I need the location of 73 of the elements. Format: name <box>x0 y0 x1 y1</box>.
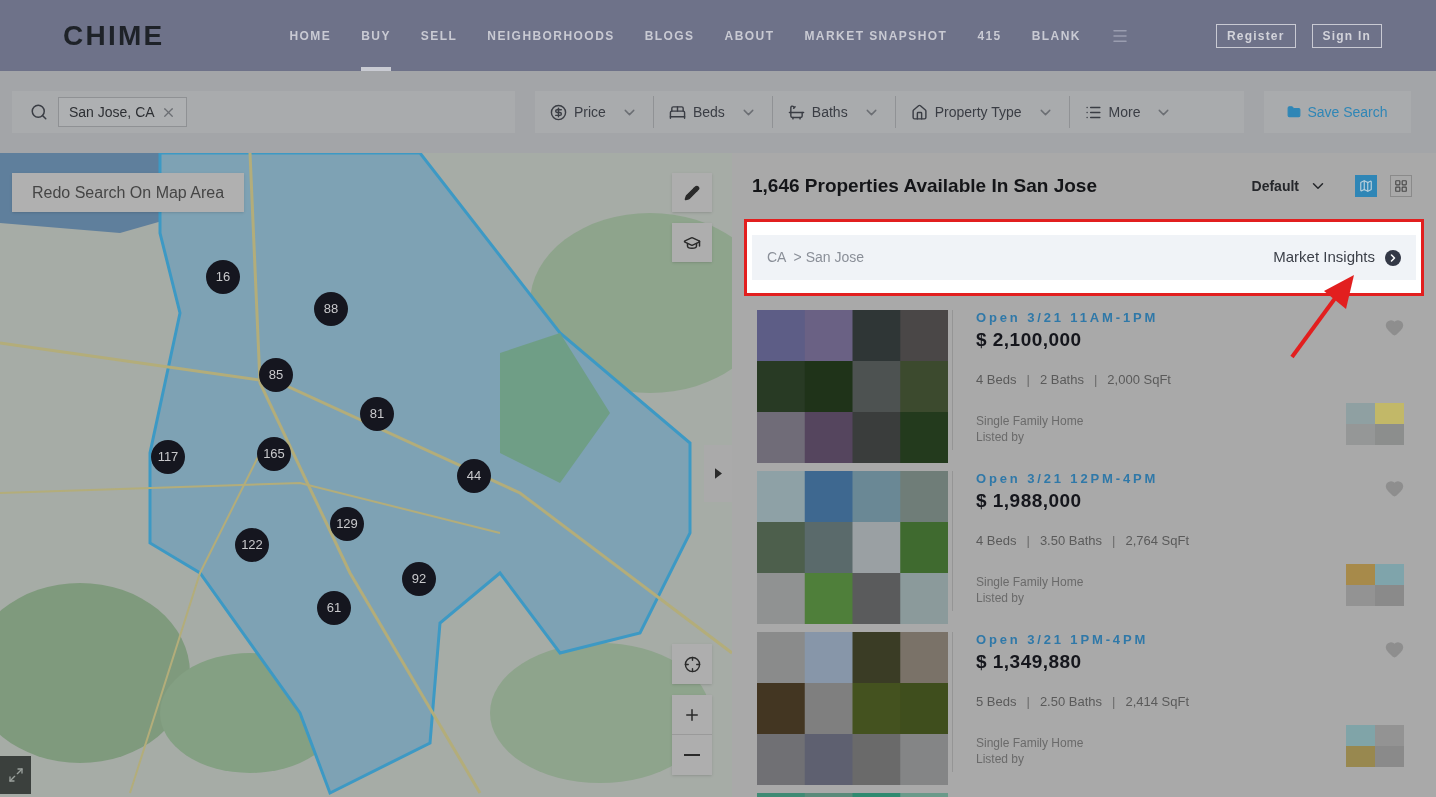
locate-icon <box>683 655 701 673</box>
filter-dropdown[interactable]: More <box>1068 96 1188 128</box>
listing-sqft: 2,000 SqFt <box>1107 371 1171 389</box>
listing-baths: 2.50 Baths <box>1039 693 1103 711</box>
expand-panel-tab[interactable] <box>704 445 732 502</box>
property-type: Single Family Home <box>976 574 1084 590</box>
nav-link[interactable]: HOME <box>289 0 332 71</box>
listed-by-label: Listed by <box>976 590 1026 606</box>
nav-link[interactable]: 415 <box>977 0 1002 71</box>
logo[interactable]: CHIME <box>63 14 165 57</box>
divider: | <box>1112 532 1116 550</box>
filter-icon <box>910 103 928 121</box>
header-button[interactable]: Sign In <box>1311 23 1382 48</box>
sort-dropdown[interactable]: Default <box>1251 175 1327 197</box>
map-view-toggle[interactable] <box>1355 175 1377 197</box>
locate-button[interactable] <box>672 644 712 684</box>
expand-icon <box>7 767 24 783</box>
market-insights-link[interactable]: Market Insights <box>1273 246 1401 269</box>
satellite-toggle[interactable] <box>0 756 31 794</box>
map-icon <box>1359 179 1373 193</box>
property-type: Single Family Home <box>976 735 1084 751</box>
results-title: 1,646 Properties Available In San Jose <box>752 173 1097 198</box>
divider: | <box>1026 532 1030 550</box>
grid-view-toggle[interactable] <box>1390 175 1412 197</box>
breadcrumb-separator: > <box>793 248 802 267</box>
nav-link[interactable]: SELL <box>420 0 458 71</box>
triangle-right-icon <box>714 468 722 479</box>
filter-dropdown[interactable]: Beds <box>652 96 772 128</box>
open-house-time: Open 3/21 12PM-4PM <box>976 471 1159 487</box>
filter-icon <box>668 103 686 121</box>
listed-by-label: Listed by <box>976 751 1026 767</box>
open-house-time: Open 3/21 11AM-1PM <box>976 310 1159 326</box>
listing-price: $ 1,988,000 <box>976 489 1083 513</box>
nav-link[interactable]: MARKET SNAPSHOT <box>804 0 948 71</box>
listing-baths: 2 Baths <box>1039 371 1084 389</box>
minus-icon <box>684 754 700 756</box>
breadcrumb-link[interactable]: San Jose <box>805 247 864 268</box>
nav-link[interactable]: ABOUT <box>724 0 775 71</box>
divider: | <box>1112 693 1116 711</box>
filter-icon <box>550 103 567 121</box>
search-icon <box>30 103 48 121</box>
pencil-icon <box>684 184 700 201</box>
open-house-time: Open 3/21 1PM-4PM <box>976 632 1149 648</box>
filter-dropdown[interactable]: Property Type <box>894 96 1069 128</box>
breadcrumb-link[interactable]: CA <box>767 247 787 268</box>
nav-link[interactable]: BLOGS <box>644 0 695 71</box>
filter-dropdown[interactable]: Baths <box>771 96 895 128</box>
location-chip[interactable]: San Jose, CA <box>58 97 187 127</box>
nav-link[interactable]: BLANK <box>1031 0 1081 71</box>
listing-price: $ 1,349,880 <box>976 650 1083 674</box>
property-type: Single Family Home <box>976 413 1084 429</box>
listing-sqft: 2,764 SqFt <box>1125 532 1190 550</box>
redo-search-button[interactable]: Redo Search On Map Area <box>12 173 245 212</box>
draw-button[interactable] <box>672 173 712 212</box>
divider: | <box>1026 371 1030 389</box>
school-layer-button[interactable] <box>672 223 712 262</box>
folder-icon <box>1287 105 1302 119</box>
listing-sqft: 2,414 SqFt <box>1125 693 1190 711</box>
listing-price: $ 2,100,000 <box>976 328 1083 352</box>
map[interactable]: Redo Search On Map Area 16 88 85 81 117 165 44 129 122 92 61 <box>0 153 732 797</box>
nav-link[interactable]: NEIGHBORHOODS <box>487 0 615 71</box>
filter-dropdown[interactable]: Price <box>535 96 653 128</box>
filter-icon <box>787 103 805 121</box>
grid-icon <box>1394 179 1408 193</box>
listing-baths: 3.50 Baths <box>1039 532 1103 550</box>
divider: | <box>1093 371 1098 389</box>
listing-beds: 4 Beds <box>976 371 1017 389</box>
listing-beds: 4 Beds <box>976 532 1017 550</box>
header-button[interactable]: Register <box>1215 23 1296 48</box>
listing-beds: 5 Beds <box>976 693 1017 711</box>
search-bar[interactable]: San Jose, CA <box>12 91 515 133</box>
listed-by-label: Listed by <box>976 429 1026 445</box>
divider: | <box>1026 693 1030 711</box>
